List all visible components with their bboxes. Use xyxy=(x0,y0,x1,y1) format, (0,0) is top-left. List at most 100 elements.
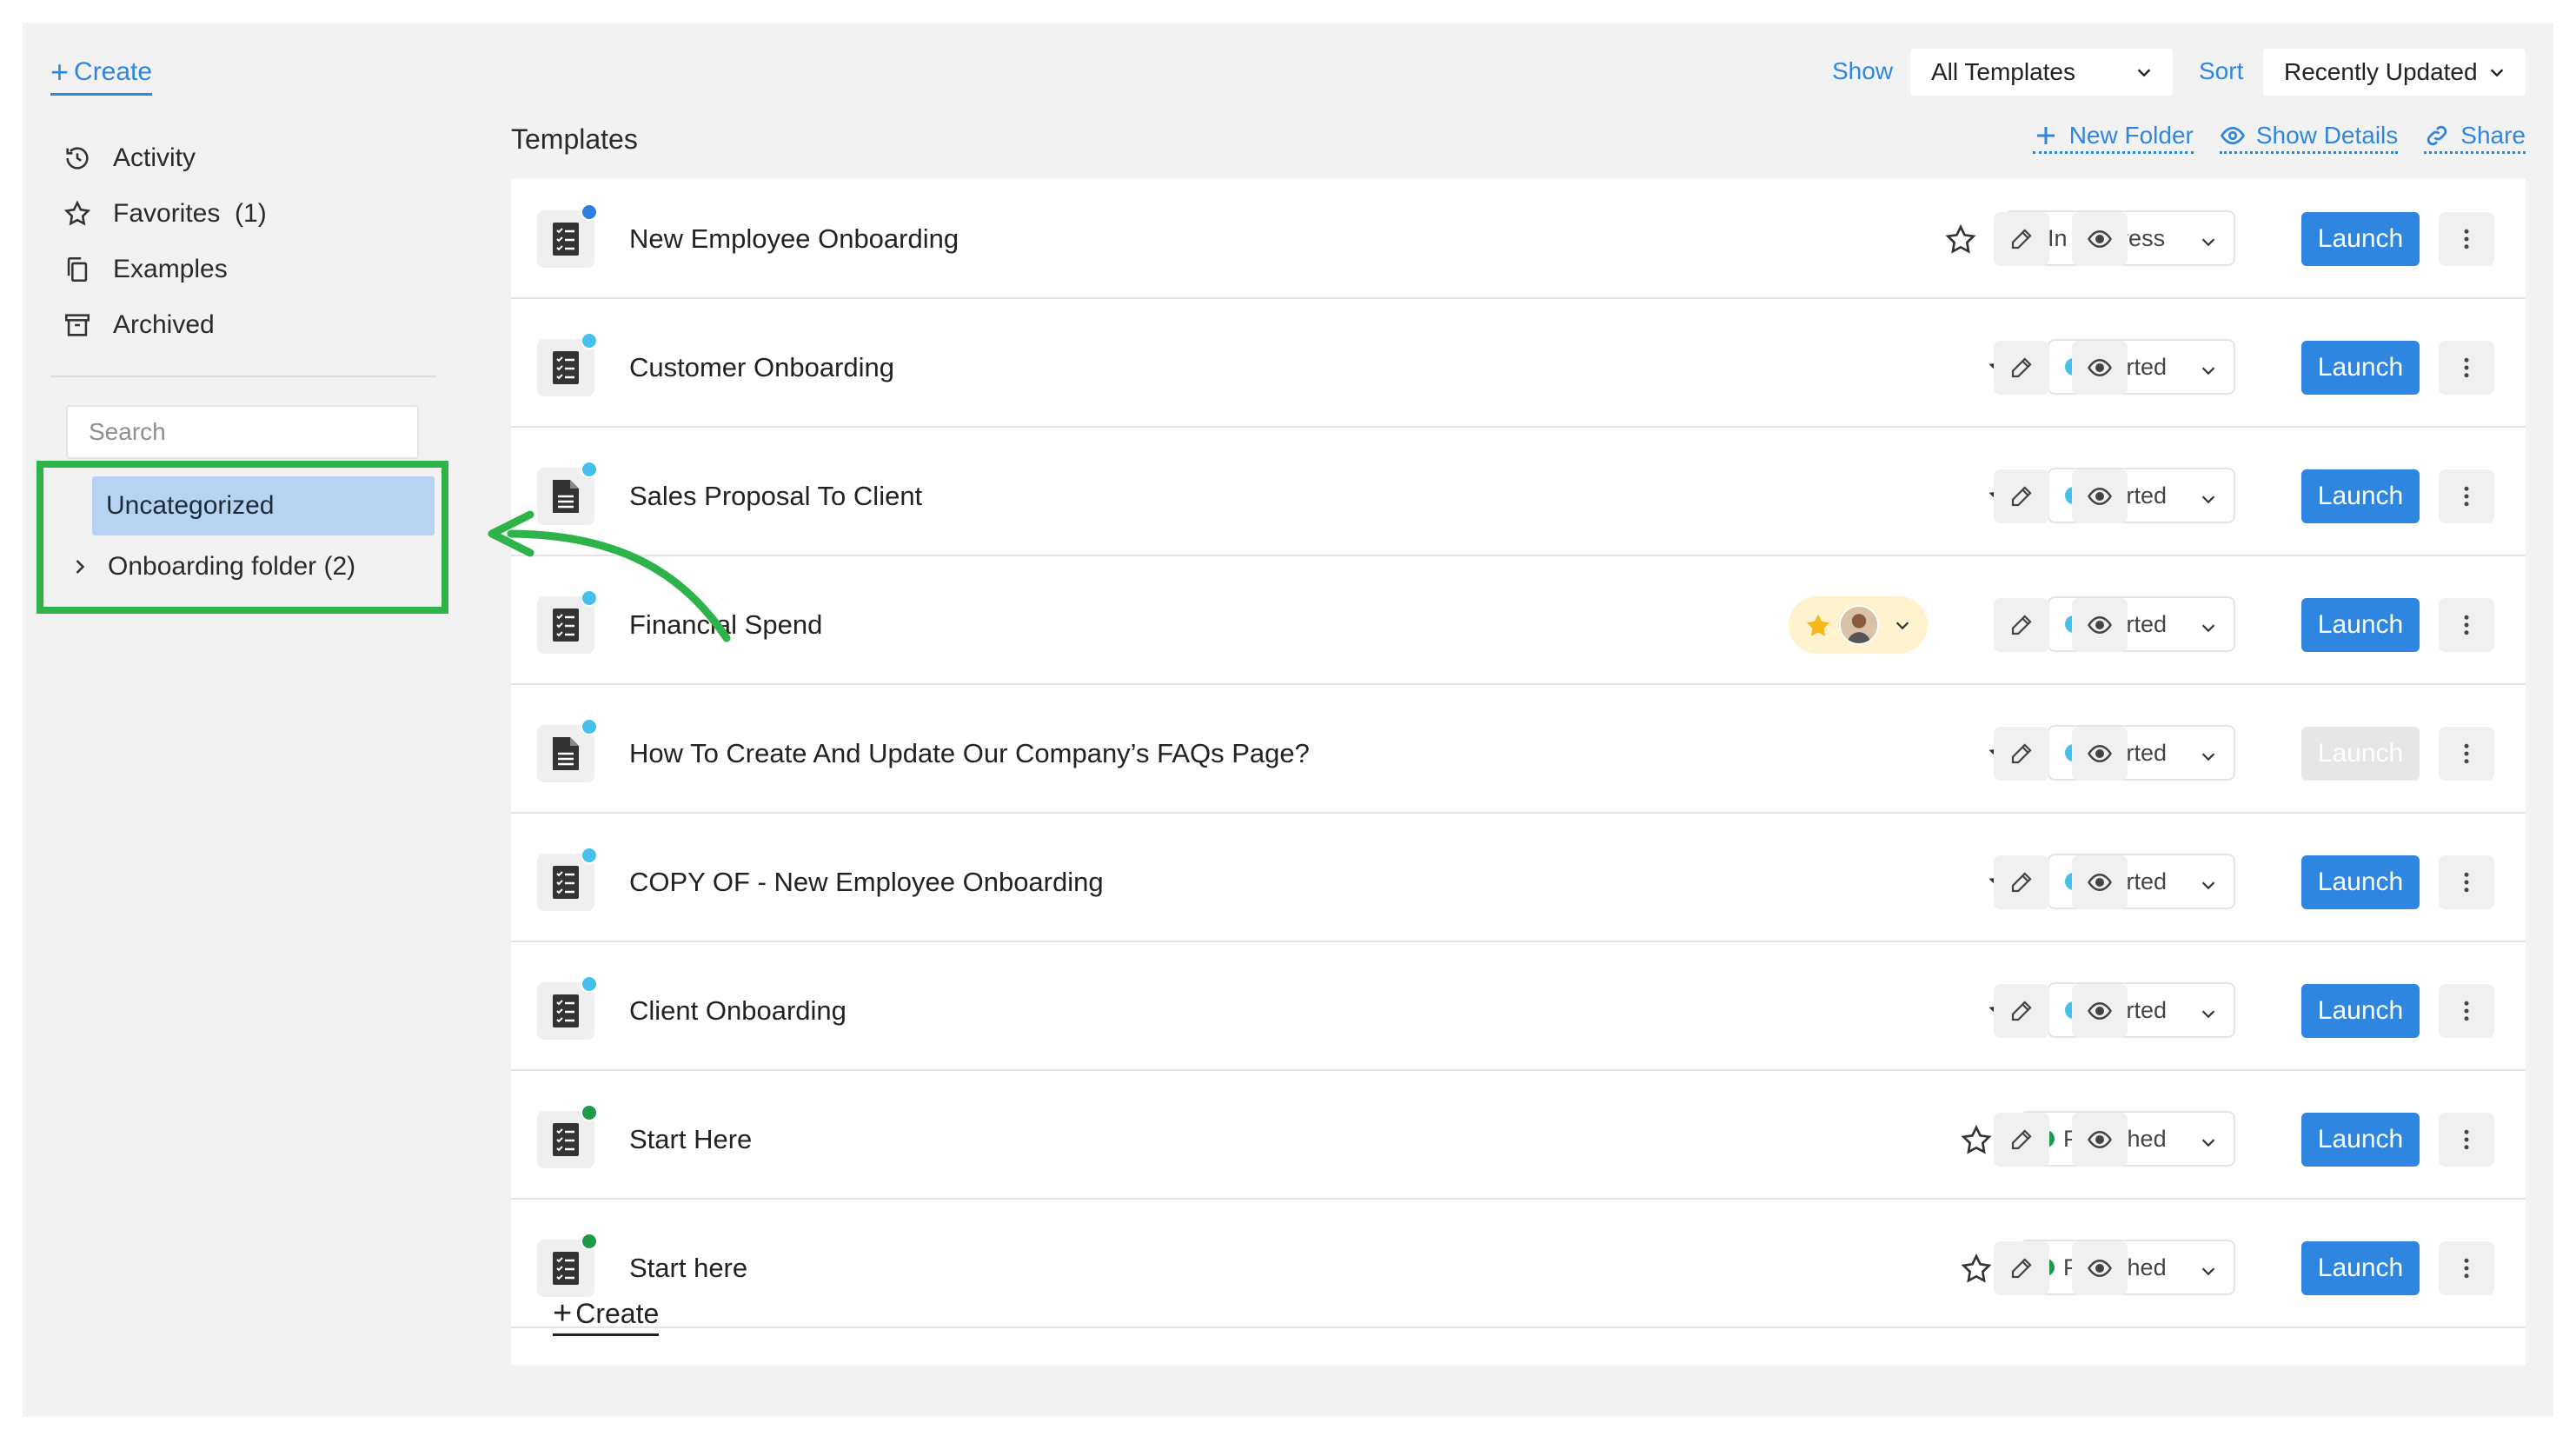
status-dot xyxy=(581,1104,598,1121)
template-row[interactable]: Customer Onboarding Started Launch xyxy=(511,308,2526,428)
edit-button[interactable] xyxy=(1994,469,2049,523)
template-title[interactable]: New Employee Onboarding xyxy=(629,179,959,299)
history-icon xyxy=(66,147,89,170)
launch-button[interactable]: Launch xyxy=(2301,984,2420,1038)
pencil-icon xyxy=(2008,869,2035,895)
template-title[interactable]: COPY OF - New Employee Onboarding xyxy=(629,822,1104,942)
show-filter-value: All Templates xyxy=(1931,58,2076,85)
favorite-star-icon[interactable] xyxy=(1959,1252,1994,1287)
more-vertical-icon xyxy=(2453,1255,2480,1281)
folder-onboarding[interactable]: Onboarding folder (2) xyxy=(68,541,355,593)
preview-button[interactable] xyxy=(2072,984,2128,1038)
launch-button[interactable]: Launch xyxy=(2301,598,2420,652)
more-options-button[interactable] xyxy=(2439,341,2494,395)
status-dot xyxy=(581,975,598,993)
status-select[interactable]: Published xyxy=(2020,1240,2235,1295)
more-options-button[interactable] xyxy=(2439,1113,2494,1167)
edit-button[interactable] xyxy=(1994,341,2049,395)
template-title[interactable]: How To Create And Update Our Company’s F… xyxy=(629,694,1310,814)
more-options-button[interactable] xyxy=(2439,469,2494,523)
show-details-button[interactable]: Show Details xyxy=(2219,122,2399,154)
checklist-icon xyxy=(537,1233,598,1297)
preview-button[interactable] xyxy=(2072,1113,2128,1167)
chevron-down-icon xyxy=(2199,874,2218,893)
chevron-down-icon xyxy=(2199,230,2218,249)
more-options-button[interactable] xyxy=(2439,1241,2494,1295)
sidebar-item-activity[interactable]: Activity xyxy=(63,130,428,186)
sidebar-divider xyxy=(50,376,436,377)
template-row[interactable]: How To Create And Update Our Company’s F… xyxy=(511,694,2526,814)
template-row[interactable]: Client Onboarding Started Launch xyxy=(511,951,2526,1071)
create-label: Create xyxy=(74,57,153,86)
checklist-icon xyxy=(537,203,598,268)
share-button[interactable]: Share xyxy=(2424,122,2526,154)
launch-button[interactable]: Launch xyxy=(2301,1241,2420,1295)
preview-button[interactable] xyxy=(2072,1241,2128,1295)
launch-button[interactable]: Launch xyxy=(2301,469,2420,523)
edit-button[interactable] xyxy=(1994,727,2049,781)
pencil-icon xyxy=(2008,1255,2035,1281)
more-vertical-icon xyxy=(2453,869,2480,895)
status-dot xyxy=(581,461,598,478)
edit-button[interactable] xyxy=(1994,984,2049,1038)
launch-button[interactable]: Launch xyxy=(2301,855,2420,909)
more-options-button[interactable] xyxy=(2439,598,2494,652)
sort-label: Sort xyxy=(2199,57,2244,84)
template-row[interactable]: Sales Proposal To Client Started Launch xyxy=(511,436,2526,556)
checklist-icon xyxy=(537,975,598,1040)
launch-button[interactable]: Launch xyxy=(2301,727,2420,781)
edit-button[interactable] xyxy=(1994,212,2049,266)
preview-button[interactable] xyxy=(2072,341,2128,395)
template-row[interactable]: New Employee Onboarding In progress Laun… xyxy=(511,179,2526,299)
preview-button[interactable] xyxy=(2072,855,2128,909)
preview-button[interactable] xyxy=(2072,598,2128,652)
launch-button[interactable]: Launch xyxy=(2301,212,2420,266)
template-title[interactable]: Start Here xyxy=(629,1080,752,1200)
preview-button[interactable] xyxy=(2072,212,2128,266)
link-icon xyxy=(2427,125,2447,146)
chevron-right-icon[interactable] xyxy=(68,555,92,579)
folder-search-input[interactable] xyxy=(66,405,419,459)
sidebar-item-examples[interactable]: Examples xyxy=(63,242,428,297)
sidebar-item-favorites[interactable]: Favorites (1) xyxy=(63,186,428,242)
template-title[interactable]: Client Onboarding xyxy=(629,951,846,1071)
new-folder-button[interactable]: New Folder xyxy=(2032,122,2194,154)
more-options-button[interactable] xyxy=(2439,855,2494,909)
preview-button[interactable] xyxy=(2072,727,2128,781)
edit-button[interactable] xyxy=(1994,598,2049,652)
show-details-label: Show Details xyxy=(2255,122,2399,149)
template-row[interactable]: COPY OF - New Employee Onboarding Starte… xyxy=(511,822,2526,942)
launch-button[interactable]: Launch xyxy=(2301,341,2420,395)
show-filter-select[interactable]: All Templates xyxy=(1910,49,2173,96)
status-select[interactable]: Published xyxy=(2020,1111,2235,1167)
create-button[interactable]: + Create xyxy=(50,54,153,96)
plus-icon xyxy=(2036,127,2055,144)
folder-uncategorized[interactable]: Uncategorized xyxy=(92,476,435,535)
template-title[interactable]: Sales Proposal To Client xyxy=(629,436,922,556)
eye-icon xyxy=(2087,612,2113,638)
status-dot xyxy=(581,203,598,221)
template-title[interactable]: Customer Onboarding xyxy=(629,308,894,428)
template-row[interactable]: Start here Published Launch xyxy=(511,1208,2526,1328)
template-row[interactable]: Financial Spend Started Launch xyxy=(511,565,2526,685)
more-options-button[interactable] xyxy=(2439,212,2494,266)
sort-select[interactable]: Recently Updated xyxy=(2263,49,2526,96)
chevron-down-icon xyxy=(2199,1260,2218,1279)
more-options-button[interactable] xyxy=(2439,984,2494,1038)
edit-button[interactable] xyxy=(1994,855,2049,909)
favorite-star-icon[interactable] xyxy=(1943,223,1978,257)
edit-button[interactable] xyxy=(1994,1241,2049,1295)
template-title[interactable]: Financial Spend xyxy=(629,565,822,685)
sidebar-item-archived[interactable]: Archived xyxy=(63,297,428,353)
launch-button[interactable]: Launch xyxy=(2301,1113,2420,1167)
chevron-down-icon xyxy=(2199,1002,2218,1021)
template-row[interactable]: Start Here Published Launch xyxy=(511,1080,2526,1200)
preview-button[interactable] xyxy=(2072,469,2128,523)
edit-button[interactable] xyxy=(1994,1113,2049,1167)
create-template-button[interactable]: + Create xyxy=(553,1297,660,1336)
sidebar-item-label: Activity xyxy=(113,143,196,172)
assignee-chip[interactable] xyxy=(1789,596,1928,654)
status-dot xyxy=(581,332,598,349)
favorite-star-icon[interactable] xyxy=(1959,1123,1994,1158)
more-options-button[interactable] xyxy=(2439,727,2494,781)
